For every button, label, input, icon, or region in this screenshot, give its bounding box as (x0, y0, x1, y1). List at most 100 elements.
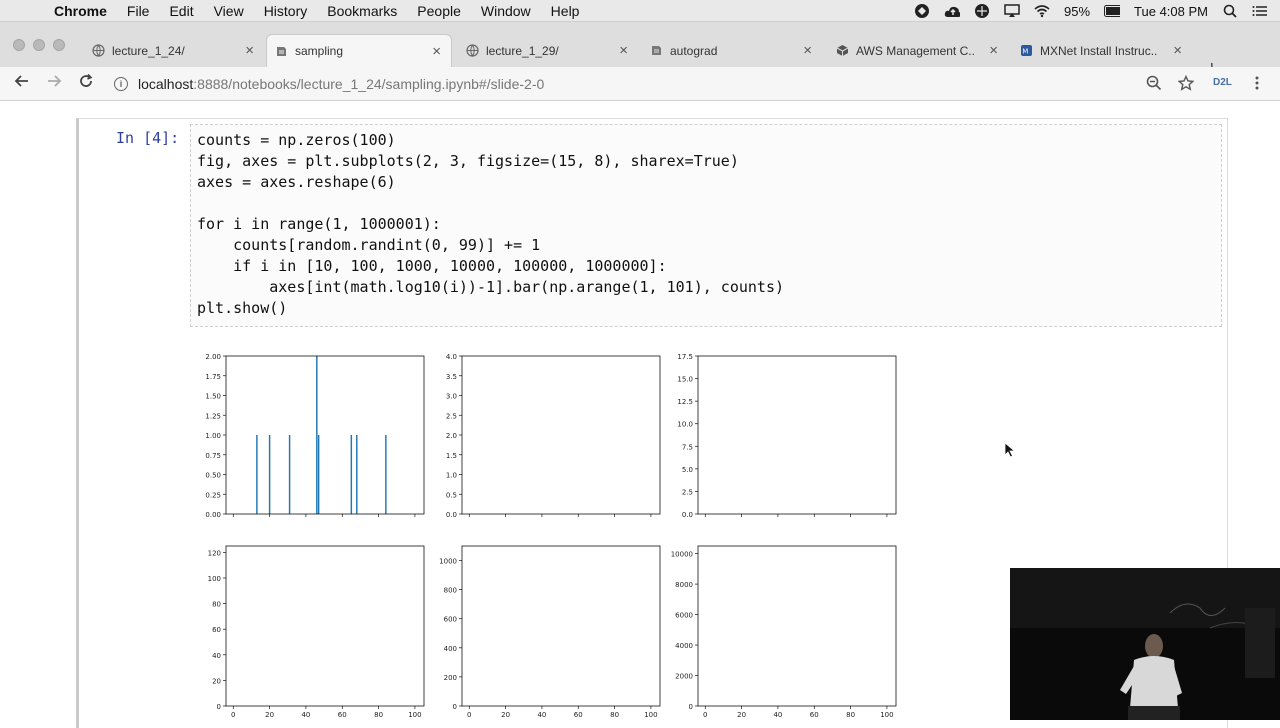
close-tab-icon[interactable]: × (1173, 42, 1182, 59)
menu-button[interactable] (1254, 75, 1260, 95)
menu-edit[interactable]: Edit (169, 3, 193, 19)
code-text[interactable]: counts = np.zeros(100) fig, axes = plt.s… (197, 130, 784, 319)
axes-frame (225, 545, 425, 707)
reload-icon (80, 73, 93, 87)
notebook-icon (277, 47, 286, 56)
bar (385, 435, 387, 514)
y-tick-label: 2.5 (682, 488, 693, 496)
back-button[interactable] (14, 73, 30, 94)
y-tick-label: 5.0 (682, 466, 693, 474)
battery-percent: 95% (1064, 3, 1091, 19)
x-tick-label: 60 (338, 711, 347, 719)
minimize-window-button[interactable] (33, 39, 45, 51)
tab-label: autograd (670, 43, 718, 58)
menu-help[interactable]: Help (551, 3, 580, 19)
clock[interactable]: Tue 4:08 PM (1134, 4, 1208, 19)
axes-frame (461, 545, 661, 707)
x-tick-label: 0 (467, 711, 471, 719)
axes-frame (461, 355, 661, 515)
d2l-extension-button[interactable]: D2L (1213, 77, 1232, 88)
x-tick-label: 0 (703, 711, 707, 719)
y-tick-label: 3.5 (446, 373, 457, 381)
x-tick-label: 40 (301, 711, 310, 719)
info-icon[interactable]: i (114, 77, 128, 91)
menu-window[interactable]: Window (481, 3, 531, 19)
y-tick-label: 1000 (439, 558, 457, 566)
app-status-icon[interactable] (914, 3, 930, 19)
close-window-button[interactable] (13, 39, 25, 51)
y-tick-label: 4.0 (446, 353, 457, 361)
tab-lecture-1-24[interactable]: lecture_1_24/ × (84, 34, 264, 67)
cloud-upload-icon[interactable] (944, 3, 961, 19)
code-line: counts[random.randint(0, 99)] += 1 (197, 236, 541, 254)
tab-sampling[interactable]: sampling × (266, 34, 452, 67)
y-tick-label: 8000 (675, 581, 693, 589)
y-tick-label: 1.00 (205, 432, 221, 440)
subplot-3: 0.0 2.5 5.0 7.5 10.0 12.5 15.0 17.5 (668, 352, 900, 526)
menu-file[interactable]: File (127, 3, 150, 19)
notification-list-icon[interactable] (1252, 3, 1268, 19)
tab-mxnet[interactable]: M MXNet Install Instruc... × (1012, 34, 1192, 67)
address-bar[interactable]: i localhost:8888/notebooks/lecture_1_24/… (114, 72, 1168, 96)
menu-history[interactable]: History (264, 3, 308, 19)
code-line: plt.show() (197, 299, 288, 317)
menu-chrome[interactable]: Chrome (54, 3, 107, 19)
bar (356, 435, 358, 514)
bookmark-button[interactable] (1177, 74, 1195, 95)
tab-label: AWS Management C... (856, 43, 974, 58)
webcam-overlay (1010, 568, 1280, 720)
close-tab-icon[interactable]: × (432, 43, 441, 60)
bar (317, 435, 320, 514)
globe-icon (466, 44, 479, 57)
x-tick-label: 80 (374, 711, 383, 719)
bar (256, 435, 258, 514)
y-tick-label: 7.5 (682, 443, 693, 451)
close-tab-icon[interactable]: × (803, 42, 812, 59)
y-tick-label: 0 (453, 703, 457, 711)
airplay-icon[interactable] (1004, 3, 1020, 19)
x-tick-label: 100 (880, 711, 893, 719)
url-host: localhost (138, 76, 194, 92)
close-tab-icon[interactable]: × (989, 42, 998, 59)
code-line: fig, axes = plt.subplots(2, 3, figsize=(… (197, 152, 739, 170)
y-tick-label: 15.0 (677, 376, 693, 384)
search-icon[interactable] (1222, 3, 1238, 19)
battery-icon[interactable] (1104, 3, 1121, 19)
close-tab-icon[interactable]: × (619, 42, 628, 59)
presenter-video (1010, 568, 1280, 720)
y-tick-label: 0.0 (446, 511, 457, 519)
grid-icon[interactable] (974, 3, 990, 19)
zoom-window-button[interactable] (53, 39, 65, 51)
y-tick-label: 60 (212, 626, 221, 634)
menu-bookmarks[interactable]: Bookmarks (327, 3, 397, 19)
menu-view[interactable]: View (214, 3, 244, 19)
y-tick-label: 6000 (675, 612, 693, 620)
y-tick-label: 600 (444, 616, 457, 624)
wifi-icon[interactable] (1034, 3, 1050, 19)
window-controls (13, 39, 65, 51)
aws-cube-icon (836, 45, 849, 56)
zoom-button[interactable] (1146, 75, 1162, 95)
tab-autograd[interactable]: autograd × (642, 34, 822, 67)
tab-lecture-1-29[interactable]: lecture_1_29/ × (458, 34, 638, 67)
axes-frame (697, 355, 897, 515)
y-tick-label: 0.0 (682, 511, 693, 519)
forward-button[interactable] (46, 73, 62, 94)
more-vertical-icon (1255, 76, 1259, 90)
y-tick-label: 0.5 (446, 491, 457, 499)
subplot-5: 0 200 400 600 800 1000 0 20 40 60 80 100 (432, 542, 664, 720)
subplot-4: 0 20 40 60 80 100 120 0 20 40 60 80 100 (196, 542, 428, 720)
menu-people[interactable]: People (417, 3, 461, 19)
y-tick-label: 0.25 (205, 491, 221, 499)
tab-aws[interactable]: AWS Management C... × (828, 34, 1008, 67)
reload-button[interactable] (78, 73, 94, 94)
y-tick-label: 1.50 (205, 393, 221, 401)
y-tick-label: 800 (444, 587, 457, 595)
y-tick-label: 120 (208, 549, 221, 557)
close-tab-icon[interactable]: × (245, 42, 254, 59)
subplot-6: 0 2000 4000 6000 8000 10000 0 20 40 60 80 100 (668, 542, 900, 720)
x-tick-label: 100 (408, 711, 421, 719)
y-tick-label: 1.5 (446, 452, 457, 460)
menu-bar: Chrome File Edit View History Bookmarks … (0, 0, 1280, 22)
code-line: for i in range(1, 1000001): (197, 215, 441, 233)
